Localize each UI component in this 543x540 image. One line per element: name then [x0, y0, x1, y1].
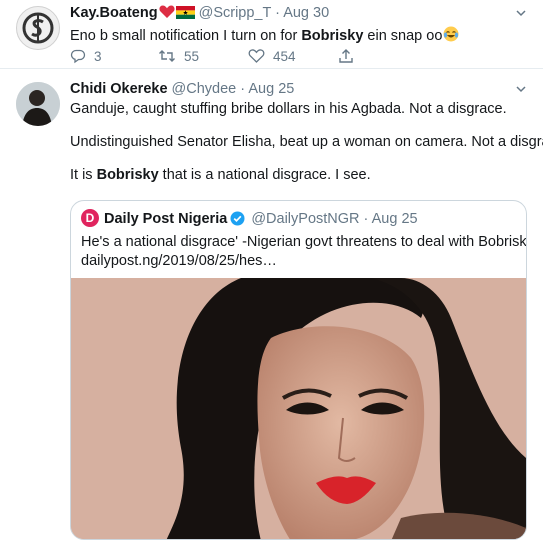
- daily-post-logo[interactable]: D: [81, 209, 99, 227]
- verified-badge-icon: [230, 211, 245, 231]
- tweet-text-part: that is a national disgrace. I see.: [158, 167, 371, 183]
- separator: ·: [240, 81, 246, 97]
- share-button[interactable]: [338, 48, 354, 64]
- tweet-text-bold: Bobrisky: [301, 28, 364, 44]
- chevron-down-icon[interactable]: [515, 82, 527, 94]
- separator: ·: [275, 5, 280, 21]
- tweet-text-part: ein snap oo: [363, 28, 443, 44]
- avatar-photo-icon: [16, 82, 60, 126]
- quoted-tweet-date[interactable]: Aug 25: [372, 211, 418, 227]
- tweet-paragraph: Ganduje, caught stuffing bribe dollars i…: [70, 101, 507, 117]
- quoted-tweet-link[interactable]: dailypost.ng/2019/08/25/hes…: [81, 252, 526, 271]
- tweet[interactable]: Chidi Okereke @Chydee · Aug 25 Ganduje, …: [0, 70, 543, 540]
- ghana-flag-icon: [175, 6, 195, 24]
- quoted-author-handle[interactable]: @DailyPostNGR: [251, 211, 359, 227]
- like-button[interactable]: 454: [248, 48, 296, 64]
- portrait-photo-icon: [71, 278, 526, 539]
- tweet-paragraph: It is Bobrisky that is a national disgra…: [70, 166, 531, 185]
- quoted-author-name[interactable]: Daily Post Nigeria: [104, 211, 227, 227]
- retweet-button[interactable]: 55: [158, 48, 199, 64]
- tweet-date[interactable]: Aug 25: [248, 81, 294, 97]
- tweet-text-part: It is: [70, 167, 97, 183]
- chevron-down-icon[interactable]: [515, 6, 527, 18]
- tweet-text-part: Eno b small notification I turn on for: [70, 28, 302, 44]
- tears-of-joy-emoji-icon: [443, 26, 459, 48]
- tweet-paragraph: Undistinguished Senator Elisha, beat up …: [70, 134, 543, 150]
- author-name[interactable]: Kay.Boateng: [70, 5, 158, 21]
- like-count: 454: [273, 48, 296, 64]
- tweet-text-bold: Bobrisky: [96, 167, 159, 183]
- avatar[interactable]: [16, 6, 60, 50]
- avatar-logo-icon: [22, 12, 54, 44]
- quoted-tweet-text: He's a national disgrace' -Nigerian govt…: [81, 233, 527, 271]
- separator: ·: [363, 211, 369, 227]
- tweet-date[interactable]: Aug 30: [283, 5, 329, 21]
- reply-icon: [70, 49, 86, 64]
- red-heart-icon: [159, 4, 175, 24]
- author-name[interactable]: Chidi Okereke: [70, 81, 168, 97]
- logo-letter: D: [85, 211, 95, 225]
- tweet[interactable]: Kay.Boateng @Scripp_T · Aug 30 Eno b sma…: [0, 0, 543, 69]
- reply-button[interactable]: 3: [70, 48, 102, 64]
- retweet-count: 55: [184, 48, 200, 64]
- reply-count: 3: [94, 48, 102, 64]
- avatar[interactable]: [16, 82, 60, 126]
- heart-icon: [248, 49, 265, 63]
- share-icon: [339, 49, 353, 63]
- retweet-icon: [159, 50, 175, 62]
- quoted-tweet[interactable]: D Daily Post Nigeria @DailyPostNGR · Aug …: [70, 200, 527, 540]
- author-handle[interactable]: @Scripp_T: [199, 5, 271, 21]
- tweet-text: Eno b small notification I turn on for B…: [70, 26, 531, 48]
- quoted-tweet-image[interactable]: [71, 278, 526, 539]
- quoted-tweet-line: He's a national disgrace' -Nigerian govt…: [81, 234, 527, 250]
- author-handle[interactable]: @Chydee: [172, 81, 237, 97]
